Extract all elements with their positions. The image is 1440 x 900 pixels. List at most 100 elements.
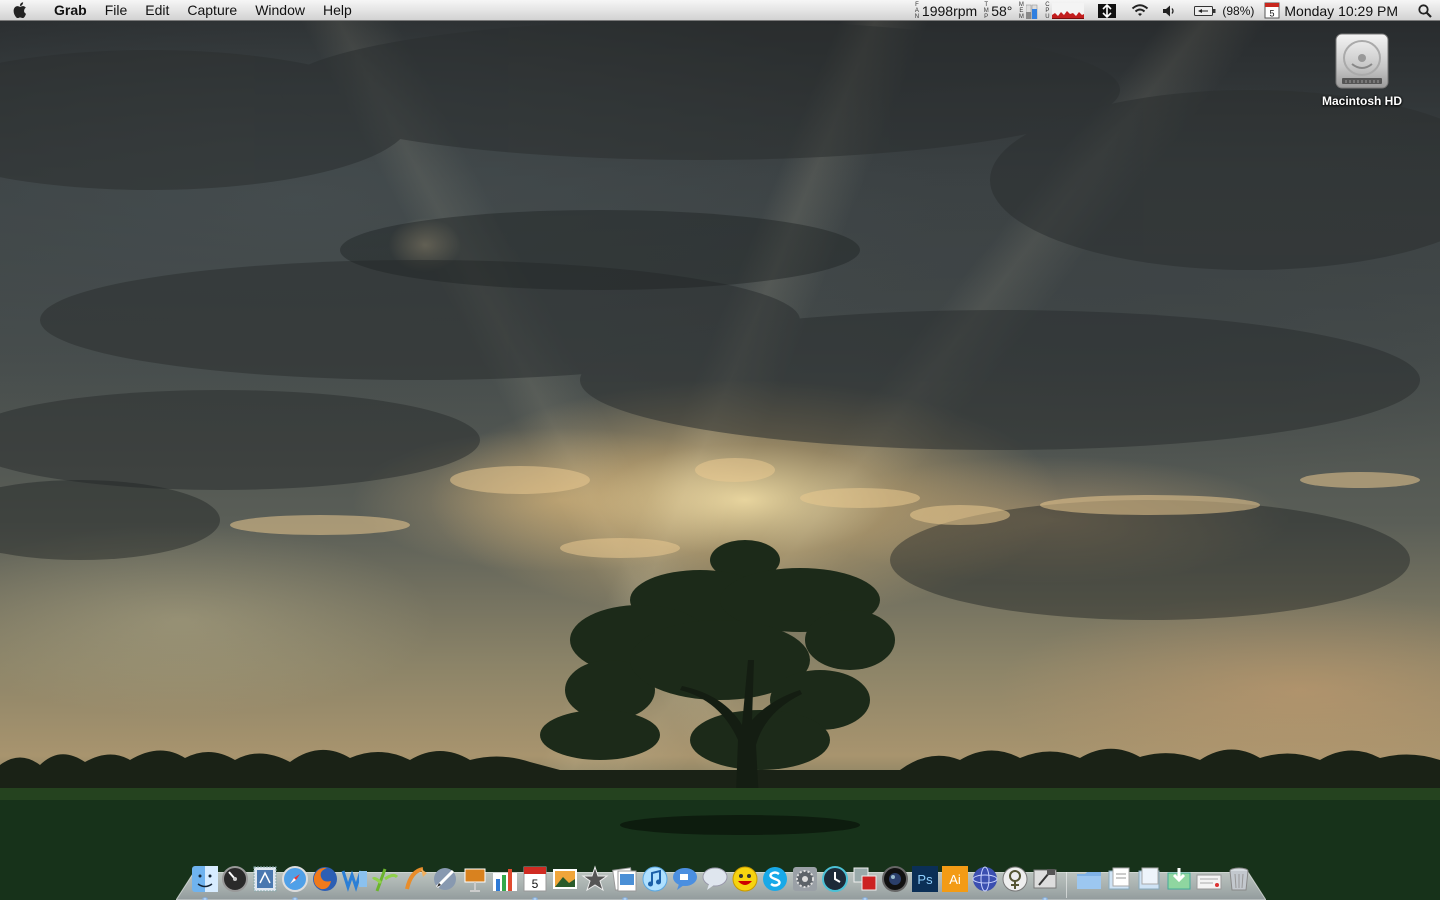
spotlight-button[interactable] (1410, 0, 1440, 21)
safari-icon (282, 866, 308, 892)
cpu-status[interactable]: C P U (1044, 0, 1085, 21)
dock-word[interactable] (340, 864, 370, 894)
menu-edit[interactable]: Edit (136, 0, 178, 21)
dock-keynote[interactable] (460, 864, 490, 894)
documents-stack-icon (1108, 867, 1130, 890)
adium-icon (702, 867, 728, 890)
dock-iphoto[interactable] (550, 864, 580, 894)
app-menu-grab[interactable]: Grab (40, 0, 96, 21)
itunes-icon (642, 866, 668, 892)
finder-icon (192, 866, 218, 892)
battery-status[interactable]: (98%) (1194, 0, 1254, 21)
wifi-status[interactable] (1130, 0, 1150, 21)
speaker-icon (1163, 5, 1175, 16)
search-icon (1418, 3, 1432, 18)
mail-stamp-icon (253, 866, 277, 892)
calendar-icon: 5 (1264, 2, 1280, 19)
dock-pictures-stack[interactable] (1134, 864, 1164, 894)
dock-aperture[interactable] (880, 864, 910, 894)
desktop-icon-macintosh-hd[interactable]: Macintosh HD (1312, 30, 1412, 108)
menu-file[interactable]: File (96, 0, 137, 21)
dock-yahoo-messenger[interactable] (730, 864, 760, 894)
dock-globe-app[interactable] (970, 864, 1000, 894)
dock-mail[interactable] (250, 864, 280, 894)
fan-speed-status[interactable]: F A N 1998rpm (914, 0, 977, 21)
battery-charging-icon (1194, 5, 1216, 16)
dock-pages[interactable] (400, 864, 430, 894)
photoshop-icon: Ps (912, 866, 938, 892)
imovie-star-icon (581, 865, 609, 892)
preview-icon (612, 867, 637, 892)
dock-bamboo[interactable] (370, 864, 400, 894)
dock-parallels[interactable] (850, 864, 880, 900)
dock-photoshop[interactable]: Ps (910, 864, 940, 894)
dock-finder[interactable] (190, 864, 220, 900)
photoshop-icon-label: Ps (917, 872, 933, 887)
dock-letter-stack[interactable] (1194, 864, 1224, 894)
fan-label: F A N (914, 2, 920, 20)
istat-menus-icon (1098, 3, 1117, 18)
apple-menu[interactable] (0, 0, 40, 21)
cpu-graph-icon (1052, 2, 1085, 19)
fan-speed-value: 1998rpm (921, 2, 978, 19)
dock-applications-stack[interactable] (1074, 864, 1104, 894)
menu-window[interactable]: Window (246, 0, 314, 21)
dock-firefox[interactable] (310, 864, 340, 894)
ical-icon-day: 5 (532, 877, 539, 891)
clock-status[interactable]: 5 Monday 10:29 PM (1264, 0, 1398, 21)
menu-help[interactable]: Help (314, 0, 361, 21)
volume-status[interactable] (1162, 0, 1176, 21)
pages-icon (405, 867, 427, 890)
mem-label-m2: M (1018, 13, 1024, 20)
pen-icon (434, 868, 456, 890)
dock: 5 Ps Ai (176, 858, 1266, 900)
dock-trash[interactable] (1224, 864, 1254, 894)
dock-documents-stack[interactable] (1104, 864, 1134, 894)
cpu-label: C P U (1044, 2, 1050, 20)
hard-drive-icon (1335, 33, 1389, 89)
grab-icon (1033, 869, 1057, 889)
temp-label: T M P (983, 2, 989, 20)
memory-status[interactable]: M E M (1018, 0, 1038, 21)
dock-imovie[interactable] (580, 864, 610, 894)
letter-icon (1196, 874, 1222, 890)
globe-icon (972, 866, 998, 892)
word-icon (341, 870, 367, 892)
time-machine-icon (822, 866, 848, 892)
istat-status[interactable] (1098, 0, 1117, 21)
dock-preview[interactable] (610, 864, 640, 900)
dock-utility-app[interactable] (1000, 864, 1030, 894)
yahoo-messenger-icon (732, 866, 758, 892)
trash-icon (1229, 867, 1249, 891)
downloads-stack-icon (1167, 868, 1191, 890)
skype-icon (763, 867, 787, 891)
macbook-icon (1002, 866, 1028, 892)
temperature-status[interactable]: T M P 58° (983, 0, 1013, 21)
dock-pen-app[interactable] (430, 864, 460, 894)
landscape-scene (0, 20, 1440, 900)
menu-capture[interactable]: Capture (178, 0, 246, 21)
dock-time-machine[interactable] (820, 864, 850, 894)
ical-icon: 5 (523, 866, 547, 892)
dock-system-preferences[interactable] (790, 864, 820, 894)
pictures-stack-icon (1138, 867, 1160, 890)
dock-downloads-stack[interactable] (1164, 864, 1194, 894)
parallels-icon (853, 867, 877, 891)
dock-ichat[interactable] (670, 864, 700, 894)
dock-skype[interactable] (760, 864, 790, 894)
ichat-icon (673, 868, 697, 890)
bamboo-icon (371, 868, 399, 892)
illustrator-icon-label: Ai (949, 872, 961, 887)
dock-itunes[interactable] (640, 864, 670, 894)
dock-numbers[interactable] (490, 864, 520, 894)
memory-bar-icon (1026, 4, 1038, 19)
dock-dashboard[interactable] (220, 864, 250, 894)
fan-label-n: N (914, 13, 920, 20)
desktop-icon-label: Macintosh HD (1321, 94, 1402, 108)
dock-adium[interactable] (700, 864, 730, 894)
dock-ical[interactable]: 5 (520, 864, 550, 900)
dock-grab[interactable] (1030, 864, 1060, 900)
dock-illustrator[interactable]: Ai (940, 864, 970, 894)
dock-safari[interactable] (280, 864, 310, 900)
temperature-value: 58° (991, 2, 1013, 19)
